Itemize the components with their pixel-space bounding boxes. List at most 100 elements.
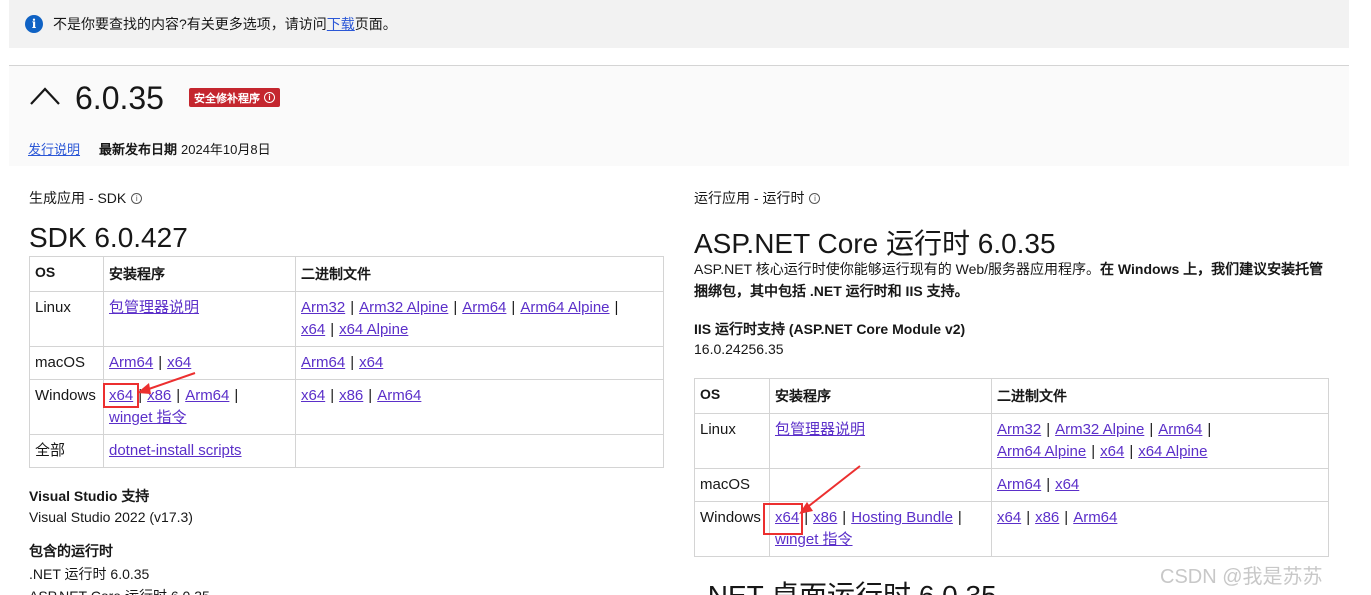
runtime-linux-arm64-link[interactable]: Arm64 — [1158, 421, 1202, 438]
runtime-linux-arm32-alpine-link[interactable]: Arm32 Alpine — [1055, 421, 1144, 438]
info-icon[interactable]: i — [131, 192, 143, 204]
chevron-up-icon[interactable] — [28, 80, 62, 114]
table-row: 全部 dotnet-install scripts — [29, 434, 664, 468]
table-header-row: OS 安装程序 二进制文件 — [29, 256, 664, 292]
release-date: 最新发布日期 2024年10月8日 — [99, 139, 271, 158]
notice-text-end: 页面。 — [354, 16, 397, 32]
info-icon: i — [264, 92, 275, 103]
runtime-section: 运行应用 - 运行时 i ASP.NET Core 运行时 6.0.35 — [694, 166, 1329, 262]
watermark: CSDN @我是苏苏 — [1160, 566, 1323, 588]
sdk-windows-x86-binary-link[interactable]: x86 — [339, 387, 363, 404]
binaries-cell: Arm32 | Arm32 Alpine | Arm64 | Arm64 Alpine | x… — [295, 291, 664, 347]
desktop-runtime-title: .NET 桌面运行时 6.0.35 — [700, 574, 997, 595]
iis-support-version: 16.0.24256.35 — [694, 341, 784, 357]
sdk-linux-x64-link[interactable]: x64 — [301, 321, 325, 338]
runtime-macos-x64-link[interactable]: x64 — [1055, 476, 1079, 493]
column-header-binaries: 二进制文件 — [991, 378, 1329, 414]
sdk-download-table: OS 安装程序 二进制文件 Linux 包管理器说明 Arm32 | Arm32 A… — [29, 256, 664, 468]
column-header-binaries: 二进制文件 — [295, 256, 664, 292]
os-cell: 全部 — [29, 434, 104, 468]
annotation-highlight-sdk-x64 — [103, 383, 139, 408]
table-row: Linux 包管理器说明 Arm32 | Arm32 Alpine | Arm64 | A… — [694, 413, 1329, 469]
runtime-linux-arm32-link[interactable]: Arm32 — [997, 421, 1041, 438]
info-icon[interactable]: i — [809, 192, 821, 204]
column-header-os: OS — [29, 256, 104, 292]
installers-cell: 包管理器说明 — [769, 413, 992, 469]
column-header-os: OS — [694, 378, 770, 414]
installers-cell: Arm64 | x64 — [103, 346, 296, 380]
download-page-link[interactable]: 下载 — [327, 14, 355, 34]
sdk-category: 生成应用 - SDK i — [29, 188, 664, 208]
runtime-title: ASP.NET Core 运行时 6.0.35 — [694, 228, 1056, 259]
os-cell: macOS — [694, 468, 770, 502]
sdk-macos-x64-installer-link[interactable]: x64 — [167, 354, 191, 371]
sdk-section: 生成应用 - SDK i SDK 6.0.427 — [29, 166, 664, 254]
release-date-value: 2024年10月8日 — [181, 142, 271, 157]
binaries-cell: Arm64 | x64 — [295, 346, 664, 380]
sdk-windows-x64-binary-link[interactable]: x64 — [301, 387, 325, 404]
os-cell: Linux — [694, 413, 770, 469]
os-cell: Linux — [29, 291, 104, 347]
notice-bar: i 不是你要查找的内容?有关更多选项，请访问 下载 页面。 — [9, 0, 1349, 48]
included-runtimes-heading: 包含的运行时 — [29, 543, 113, 559]
binaries-cell: Arm32 | Arm32 Alpine | Arm64 | Arm64 Alpine | x… — [991, 413, 1329, 469]
binaries-cell — [295, 434, 664, 468]
sdk-macos-arm64-binary-link[interactable]: Arm64 — [301, 354, 345, 371]
included-runtime-item: .NET 运行时 6.0.35 — [29, 566, 150, 582]
table-row: Linux 包管理器说明 Arm32 | Arm32 Alpine | Arm64 | Ar… — [29, 291, 664, 347]
runtime-linux-x64-alpine-link[interactable]: x64 Alpine — [1138, 443, 1207, 460]
runtime-linux-package-manager-link[interactable]: 包管理器说明 — [775, 421, 865, 438]
installers-cell: 包管理器说明 — [103, 291, 296, 347]
sdk-macos-arm64-installer-link[interactable]: Arm64 — [109, 354, 153, 371]
info-icon: i — [25, 15, 43, 33]
installers-cell: dotnet-install scripts — [103, 434, 296, 468]
release-notes-link[interactable]: 发行说明 — [28, 139, 80, 158]
sdk-windows-arm64-installer-link[interactable]: Arm64 — [185, 387, 229, 404]
table-row: macOS Arm64 | x64 Arm64 | x64 — [29, 346, 664, 380]
sdk-linux-x64-alpine-link[interactable]: x64 Alpine — [339, 321, 408, 338]
sdk-macos-x64-binary-link[interactable]: x64 — [359, 354, 383, 371]
hosting-bundle-link[interactable]: Hosting Bundle — [851, 509, 953, 526]
dotnet-install-scripts-link[interactable]: dotnet-install scripts — [109, 442, 242, 459]
sdk-title: SDK 6.0.427 — [29, 222, 188, 253]
vs-support-heading: Visual Studio 支持 — [29, 488, 150, 504]
binaries-cell: Arm64 | x64 — [991, 468, 1329, 502]
os-cell: macOS — [29, 346, 104, 380]
runtime-linux-arm64-alpine-link[interactable]: Arm64 Alpine — [997, 443, 1086, 460]
runtime-description-text: ASP.NET 核心运行时使你能够运行现有的 Web/服务器应用程序。 — [694, 261, 1101, 277]
runtime-windows-arm64-binary-link[interactable]: Arm64 — [1073, 509, 1117, 526]
sdk-windows-arm64-binary-link[interactable]: Arm64 — [377, 387, 421, 404]
badge-label: 安全修补程序 — [194, 92, 260, 105]
runtime-category-label: 运行应用 - 运行时 — [694, 190, 805, 206]
included-runtime-item: ASP.NET Core 运行时 6.0.35 — [29, 586, 210, 595]
runtime-category: 运行应用 - 运行时 i — [694, 188, 1329, 208]
column-header-installers: 安装程序 — [103, 256, 296, 292]
runtime-windows-x86-installer-link[interactable]: x86 — [813, 509, 837, 526]
sdk-linux-arm64-alpine-link[interactable]: Arm64 Alpine — [520, 299, 609, 316]
sdk-category-label: 生成应用 - SDK — [29, 190, 127, 206]
os-cell: Windows — [29, 379, 104, 435]
sdk-windows-winget-link[interactable]: winget 指令 — [109, 409, 187, 426]
column-header-installers: 安装程序 — [769, 378, 992, 414]
table-row: macOS Arm64 | x64 — [694, 468, 1329, 502]
release-date-label: 最新发布日期 — [99, 142, 178, 157]
runtime-windows-x86-binary-link[interactable]: x86 — [1035, 509, 1059, 526]
iis-support-heading: IIS 运行时支持 (ASP.NET Core Module v2) — [694, 321, 966, 337]
sdk-windows-x86-installer-link[interactable]: x86 — [147, 387, 171, 404]
security-patch-badge[interactable]: 安全修补程序 i — [189, 88, 280, 107]
notice-text: 不是你要查找的内容?有关更多选项，请访问 — [53, 16, 327, 32]
sdk-linux-arm32-link[interactable]: Arm32 — [301, 299, 345, 316]
runtime-linux-x64-link[interactable]: x64 — [1100, 443, 1124, 460]
binaries-cell: x64 | x86 | Arm64 — [991, 501, 1329, 557]
annotation-highlight-runtime-x64 — [763, 503, 803, 535]
vs-support-value: Visual Studio 2022 (v17.3) — [29, 509, 193, 525]
sdk-linux-arm64-link[interactable]: Arm64 — [462, 299, 506, 316]
release-version: 6.0.35 — [75, 80, 164, 116]
sdk-linux-arm32-alpine-link[interactable]: Arm32 Alpine — [359, 299, 448, 316]
runtime-windows-x64-binary-link[interactable]: x64 — [997, 509, 1021, 526]
runtime-description: ASP.NET 核心运行时使你能够运行现有的 Web/服务器应用程序。在 Win… — [694, 258, 1329, 302]
installers-cell — [769, 468, 992, 502]
table-header-row: OS 安装程序 二进制文件 — [694, 378, 1329, 414]
runtime-macos-arm64-link[interactable]: Arm64 — [997, 476, 1041, 493]
sdk-linux-package-manager-link[interactable]: 包管理器说明 — [109, 299, 199, 316]
